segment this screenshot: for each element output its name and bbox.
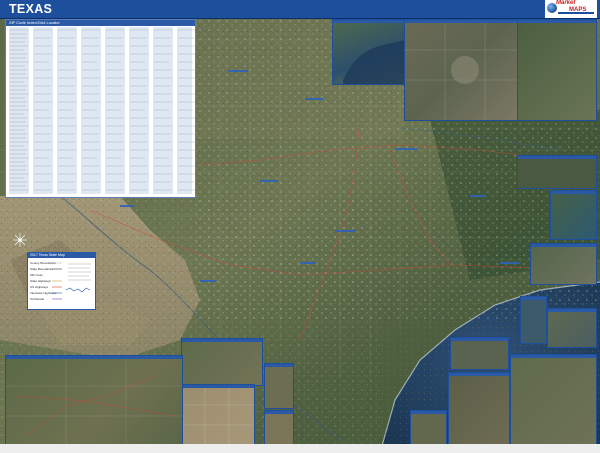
map-title: TEXAS: [9, 2, 53, 16]
legend-item-zip: ZIP Code: [30, 273, 43, 277]
zip-index-table: [9, 27, 197, 194]
map-page: TEXAS Market MAPS ZIP Code Index/Grid Lo…: [0, 0, 600, 453]
inset-fort-worth: [517, 19, 597, 121]
inset-houston: [530, 243, 597, 285]
inset-del-rio: [264, 410, 294, 446]
inset-tyler: [517, 155, 597, 189]
inset-harlingen: [448, 372, 510, 446]
inset-austin: [5, 355, 183, 446]
bottom-border: [0, 444, 600, 453]
inset-laredo: [264, 363, 294, 409]
inset-victoria: [450, 337, 509, 370]
inset-beaumont: [550, 190, 597, 240]
legend-item-state: State Boundaries: [30, 267, 54, 271]
map-legend: 2017 Texas State Map County Boundaries S…: [27, 252, 96, 310]
inset-dallas: [404, 19, 519, 121]
inset-brownsville: [510, 354, 597, 446]
legend-item-toll: Toll Roads: [30, 297, 45, 301]
inset-corpus-christi: [332, 19, 406, 85]
legend-item-state-hwy: State Highways: [30, 279, 51, 283]
logo-underline: [558, 12, 594, 14]
inset-houston-south: [547, 308, 597, 348]
inset-galveston: [520, 296, 547, 344]
logo-word-market: Market: [556, 0, 576, 6]
inset-mcallen: [410, 410, 447, 446]
header-bar: TEXAS Market MAPS: [0, 0, 600, 19]
zip-code-index-panel: ZIP Code Index/Grid Locator: [5, 19, 197, 198]
legend-item-us-hwy: US Highways: [30, 285, 49, 289]
inset-san-antonio: [181, 338, 263, 386]
inset-el-paso: [180, 384, 255, 446]
legend-body: County Boundaries State Boundaries ZIP C…: [30, 261, 91, 301]
compass-rose: [13, 233, 27, 247]
market-maps-logo: Market MAPS: [545, 0, 597, 18]
